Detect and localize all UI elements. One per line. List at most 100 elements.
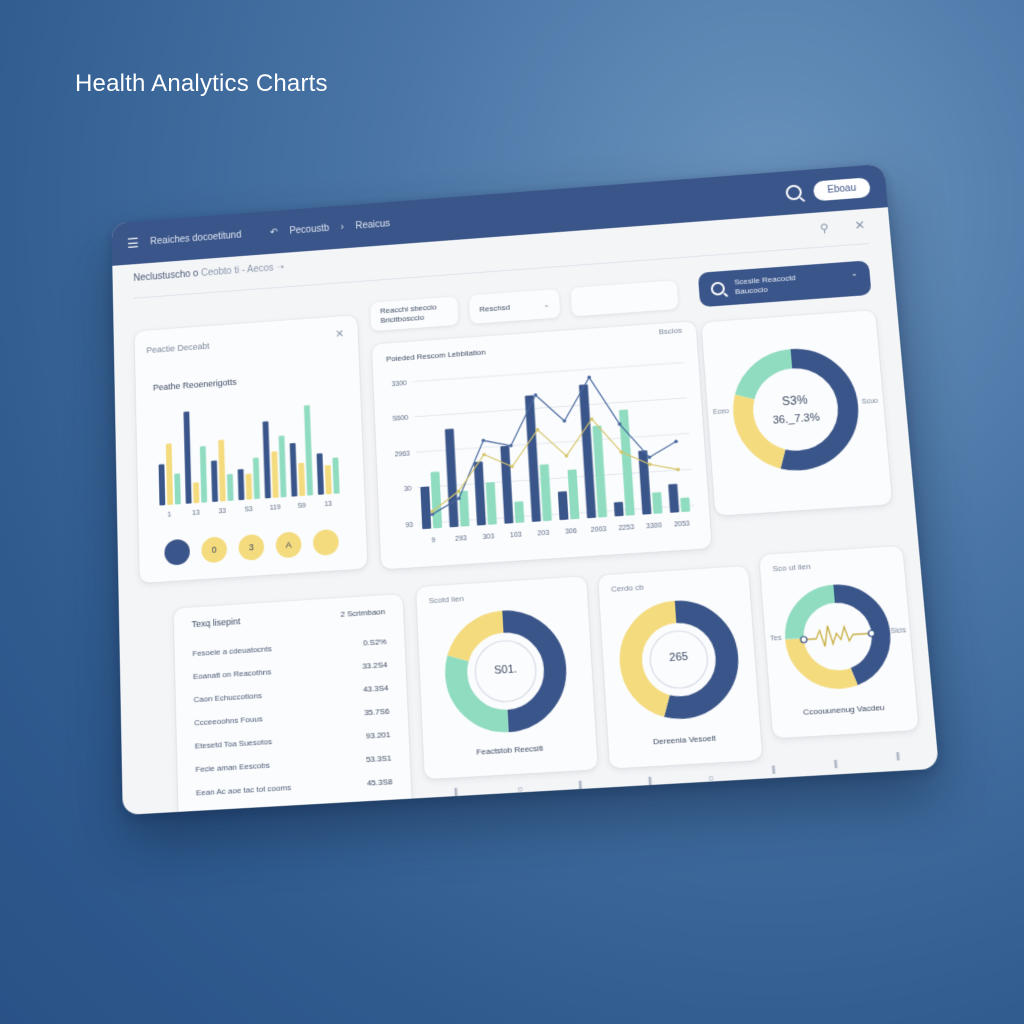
- left-chart-bar: [271, 451, 279, 498]
- center-secondary-line-point: [647, 462, 652, 466]
- center-y-tick-label: 2963: [395, 450, 411, 458]
- center-y-tick-label: S600: [392, 415, 409, 423]
- heart-action-button[interactable]: [164, 538, 191, 566]
- table-title: Texq lisepint: [191, 616, 241, 630]
- breadcrumb-a[interactable]: Pecoustb: [289, 223, 329, 236]
- header-action-button[interactable]: Eboau: [812, 176, 871, 201]
- left-chart-bar: [289, 442, 298, 497]
- center-chart-bar: [473, 461, 486, 526]
- search-field[interactable]: Scesile Reacoctd Baucocio ⌄: [697, 260, 872, 308]
- table-row-label: Ccceeoohns Fouus: [194, 713, 263, 727]
- left-chart-bar: [237, 469, 245, 501]
- center-x-tick-label: 303: [482, 533, 494, 541]
- left-card-title: Peactie Deceabt: [146, 341, 210, 356]
- left-chart-bar: [226, 473, 234, 501]
- center-gridline: [417, 469, 692, 487]
- left-chart-tick-label: 33: [218, 508, 226, 516]
- action-button-4[interactable]: A: [275, 531, 302, 559]
- action-button-3[interactable]: 3: [238, 533, 265, 561]
- center-chart-bar: [420, 486, 432, 530]
- footer-icon-4[interactable]: ‖: [648, 777, 653, 789]
- left-chart-bar: [158, 464, 166, 506]
- table-row-value: 43.3S4: [362, 682, 389, 694]
- center-gridline: [414, 398, 687, 417]
- close-icon[interactable]: ✕: [854, 218, 866, 234]
- calendar-action-button[interactable]: [312, 528, 340, 557]
- chevron-down-icon: ⌄: [542, 299, 550, 309]
- footer-icon-1[interactable]: ‖: [454, 788, 459, 800]
- table-row-label: Fecie aman Eescobs: [195, 760, 270, 774]
- center-x-tick-label: 3300: [646, 522, 662, 530]
- table-row-value: 33.2S4: [361, 659, 388, 671]
- center-x-tick-label: 103: [510, 531, 522, 539]
- left-chart-bar: [165, 443, 174, 506]
- center-chart-bar: [524, 395, 541, 522]
- left-chart-bar: [303, 405, 314, 496]
- filter-pill-a[interactable]: Reacchi sbeccio Bricitbosccio: [370, 296, 459, 332]
- donut-b-caption: Dereenia Vesoelt: [652, 733, 717, 747]
- footer-icon-7[interactable]: ‖: [833, 760, 838, 772]
- table-row-label: Etesetd Toa Suesotos: [194, 736, 273, 751]
- center-y-tick-label: 93: [405, 522, 413, 530]
- table-count: 2 Scrimbaon: [340, 607, 386, 619]
- center-chart-bar: [557, 491, 569, 521]
- center-chart-bar: [652, 492, 663, 514]
- menu-icon[interactable]: ☰: [127, 235, 139, 252]
- donut-c-left-label: Tes: [770, 634, 782, 643]
- center-chart-bar: [444, 428, 459, 528]
- footer-icon-5[interactable]: ○: [707, 773, 714, 785]
- action-button-2[interactable]: 0: [201, 536, 228, 564]
- center-bar-line-chart: 3300 S600 2963 30 93 9 293 303 103 203 306 2003 2253…: [391, 346, 706, 544]
- donut-b-card: Cerdo cb 265 Dereenia Vesoelt: [598, 565, 763, 769]
- left-chart-bar: [324, 465, 332, 495]
- footer-icon-6[interactable]: ‖: [771, 765, 776, 777]
- top-right-donut-chart: [720, 336, 872, 483]
- table-row-value: 53.3S1: [365, 752, 392, 764]
- search-line2: Baucocio: [734, 285, 769, 297]
- donut-c-right-label: Sicis: [890, 627, 907, 636]
- center-chart-bar: [613, 501, 624, 517]
- center-x-tick-label: 2003: [591, 526, 607, 534]
- back-icon[interactable]: ↶: [270, 227, 278, 238]
- filter-b-label: Reschsd: [479, 302, 510, 314]
- donut-b-header: Cerdo cb: [610, 582, 645, 594]
- center-chart-bar: [539, 464, 552, 522]
- toolbar-search-icon[interactable]: ⚲: [819, 221, 829, 235]
- search-icon[interactable]: [785, 184, 803, 201]
- pulse-start-marker: [800, 636, 807, 642]
- center-chart-card: Poieded Rescom Lebbilation Bscios 3300 S6…: [371, 321, 712, 570]
- footer-icon-2[interactable]: ○: [517, 784, 524, 796]
- center-chart-bar: [485, 481, 497, 525]
- left-chart-bar: [316, 453, 324, 495]
- table-body: Fesoeie a cdeuatocnts 0.S2% Eoanatt on Rea…: [174, 594, 403, 816]
- table-row-label: Caon Echuccotions: [193, 690, 262, 704]
- empty-filter-pill[interactable]: [570, 280, 679, 317]
- left-chart-tick-label: S9: [297, 502, 306, 510]
- left-chart-bar: [199, 446, 208, 503]
- center-chart-title: Poieded Rescom Lebbilation: [385, 347, 486, 364]
- table-row-label: Fesoeie a cdeuatocnts: [192, 643, 272, 658]
- donut-a-header: Scotd lien: [428, 594, 464, 606]
- filter-a-label: Reacchi sbeccio Bricitbosccio: [379, 303, 437, 325]
- center-trend-line-point: [481, 438, 486, 443]
- center-chart-bar: [430, 471, 443, 529]
- pulse-end-marker: [868, 630, 875, 637]
- footer-icon-8[interactable]: ‖: [895, 752, 900, 764]
- center-trend-line-point: [509, 443, 513, 448]
- center-y-tick-label: 3300: [391, 380, 407, 388]
- table-row-label: Eoanatt on Reacothns: [192, 666, 272, 681]
- center-x-tick-label: 306: [565, 528, 577, 536]
- donut-a-card: Scotd lien S01. Feactstob Reecsiti: [416, 576, 598, 780]
- center-x-tick-label: 9: [431, 537, 435, 544]
- left-chart-tick-label: 1: [167, 511, 171, 518]
- left-chart-bar: [298, 462, 306, 497]
- footer-icon-3[interactable]: ‖: [578, 781, 583, 793]
- donut-c-chart: [777, 577, 900, 696]
- dashboard-window: ☰ Reaiches docoetitund ↶ Pecoustb › Reai…: [111, 163, 939, 816]
- filter-dropdown[interactable]: Reschsd ⌄: [468, 288, 561, 324]
- left-card-close-icon[interactable]: ✕: [335, 327, 344, 340]
- center-gridline: [413, 362, 685, 381]
- left-chart-bar: [211, 460, 219, 503]
- breadcrumb-b[interactable]: Reaicus: [355, 218, 390, 231]
- center-chart-bar: [680, 497, 691, 513]
